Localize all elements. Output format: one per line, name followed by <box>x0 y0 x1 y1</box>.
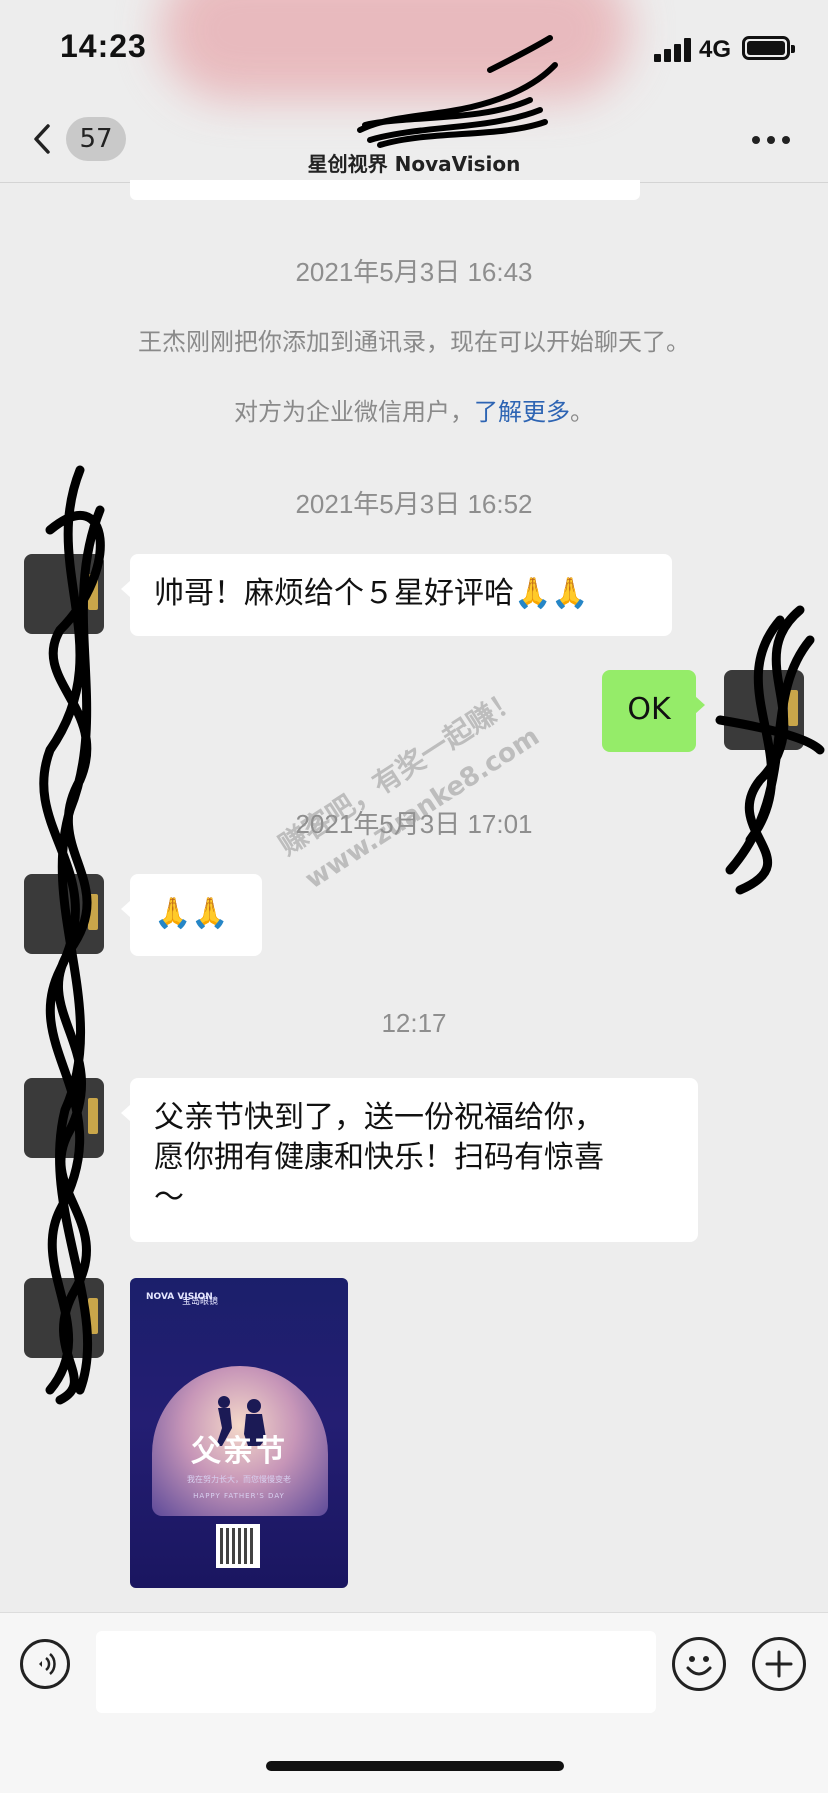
system-message: 王杰刚刚把你添加到通讯录，现在可以开始聊天了。 <box>138 328 690 356</box>
more-dots-icon[interactable] <box>752 136 792 146</box>
status-time: 14:23 <box>60 28 147 64</box>
redaction-scribble <box>39 465 105 1405</box>
poster-headline: 父亲节 <box>191 1434 287 1469</box>
home-indicator <box>266 1761 564 1771</box>
poster-partner: 宝岛眼镜 <box>182 1297 219 1307</box>
message-text: OK <box>627 692 671 727</box>
system-text: 对方为企业微信用户， <box>234 398 474 426</box>
outgoing-message[interactable]: OK <box>602 670 705 752</box>
qr-code[interactable] <box>216 1524 260 1568</box>
redaction-scribble <box>715 605 825 895</box>
system-text: 。 <box>570 398 594 426</box>
system-message-enterprise: 对方为企业微信用户，了解更多。 <box>0 392 828 427</box>
message-input[interactable] <box>96 1631 656 1713</box>
message-text: 帅哥！麻烦给个５星好评哈 <box>154 576 514 611</box>
praying-hands-emoji: 🙏🙏 <box>154 896 229 931</box>
learn-more-link[interactable]: 了解更多 <box>474 398 570 426</box>
poster-english: HAPPY FATHER'S DAY <box>193 1492 285 1500</box>
plus-icon[interactable] <box>752 1637 806 1691</box>
chat-header: 57 星创视界 NovaVision <box>0 35 828 183</box>
incoming-emoji-message[interactable]: 🙏🙏 <box>121 874 262 956</box>
signal-icon <box>654 36 704 62</box>
incoming-message[interactable]: 父亲节快到了，送一份祝福给你， 愿你拥有健康和快乐！扫码有惊喜 ～ <box>121 1078 698 1242</box>
message-text-line: 父亲节快到了，送一份祝福给你， <box>154 1100 604 1135</box>
previous-card-edge <box>130 180 640 200</box>
network-type: 4G <box>699 36 732 63</box>
poster-subline: 我在努力长大，而您慢慢变老 <box>187 1475 291 1484</box>
battery-icon <box>742 36 795 60</box>
praying-hands-emoji: 🙏🙏 <box>514 576 589 611</box>
redaction-scribble <box>357 35 558 148</box>
voice-icon[interactable] <box>20 1639 70 1689</box>
timestamp: 2021年5月3日 16:43 <box>295 257 533 287</box>
chat-title: 星创视界 NovaVision <box>307 152 521 176</box>
fathers-day-poster-image[interactable]: NOVA VISION 宝岛眼镜 父亲节 我在努力长大，而您慢慢变老 HAPPY… <box>130 1278 348 1588</box>
emoji-icon[interactable] <box>672 1637 726 1691</box>
message-text-line: ～ <box>154 1180 184 1215</box>
message-text-line: 愿你拥有健康和快乐！扫码有惊喜 <box>154 1140 604 1175</box>
incoming-message[interactable]: 帅哥！麻烦给个５星好评哈🙏🙏 <box>121 554 672 636</box>
